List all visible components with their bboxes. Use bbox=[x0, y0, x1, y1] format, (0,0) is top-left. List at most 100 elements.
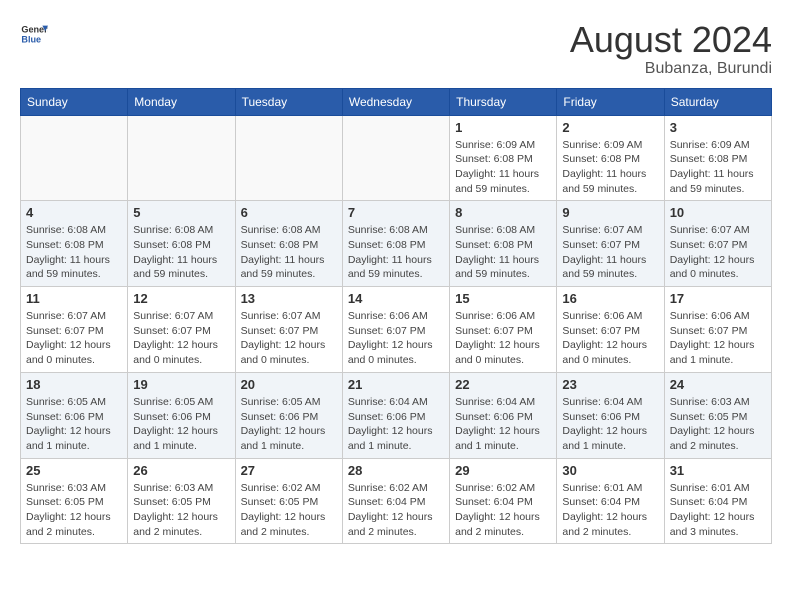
day-info: Sunrise: 6:09 AMSunset: 6:08 PMDaylight:… bbox=[562, 138, 658, 197]
day-number: 24 bbox=[670, 377, 766, 392]
day-number: 16 bbox=[562, 291, 658, 306]
day-info: Sunrise: 6:08 AMSunset: 6:08 PMDaylight:… bbox=[133, 223, 229, 282]
day-info: Sunrise: 6:06 AMSunset: 6:07 PMDaylight:… bbox=[455, 309, 551, 368]
calendar-cell bbox=[21, 115, 128, 201]
day-number: 2 bbox=[562, 120, 658, 135]
day-info: Sunrise: 6:09 AMSunset: 6:08 PMDaylight:… bbox=[455, 138, 551, 197]
calendar-cell: 17 Sunrise: 6:06 AMSunset: 6:07 PMDayligh… bbox=[664, 287, 771, 373]
day-info: Sunrise: 6:07 AMSunset: 6:07 PMDaylight:… bbox=[133, 309, 229, 368]
calendar-cell: 30Sunrise: 6:01 AMSunset: 6:04 PMDayligh… bbox=[557, 458, 664, 544]
calendar-cell: 27 Sunrise: 6:02 AMSunset: 6:05 PMDayligh… bbox=[235, 458, 342, 544]
day-info: Sunrise: 6:08 AMSunset: 6:08 PMDaylight:… bbox=[241, 223, 337, 282]
location-subtitle: Bubanza, Burundi bbox=[570, 60, 772, 78]
calendar-cell: 3Sunrise: 6:09 AMSunset: 6:08 PMDaylight… bbox=[664, 115, 771, 201]
day-info: Sunrise: 6:07 AMSunset: 6:07 PMDaylight:… bbox=[241, 309, 337, 368]
calendar-cell: 29 Sunrise: 6:02 AMSunset: 6:04 PMDayligh… bbox=[450, 458, 557, 544]
day-info: Sunrise: 6:07 AMSunset: 6:07 PMDaylight:… bbox=[670, 223, 766, 282]
title-block: August 2024 Bubanza, Burundi bbox=[570, 20, 772, 78]
weekday-header: Sunday bbox=[21, 88, 128, 115]
calendar-cell: 7 Sunrise: 6:08 AMSunset: 6:08 PMDaylight… bbox=[342, 201, 449, 287]
calendar-header-row: SundayMondayTuesdayWednesdayThursdayFrid… bbox=[21, 88, 772, 115]
weekday-header: Tuesday bbox=[235, 88, 342, 115]
calendar-cell: 24 Sunrise: 6:03 AMSunset: 6:05 PMDayligh… bbox=[664, 372, 771, 458]
weekday-header: Thursday bbox=[450, 88, 557, 115]
day-number: 7 bbox=[348, 205, 444, 220]
day-number: 3 bbox=[670, 120, 766, 135]
day-number: 27 bbox=[241, 463, 337, 478]
day-info: Sunrise: 6:06 AMSunset: 6:07 PMDaylight:… bbox=[348, 309, 444, 368]
day-info: Sunrise: 6:01 AMSunset: 6:04 PMDaylight:… bbox=[562, 481, 658, 540]
weekday-header: Monday bbox=[128, 88, 235, 115]
calendar-cell: 15 Sunrise: 6:06 AMSunset: 6:07 PMDayligh… bbox=[450, 287, 557, 373]
day-info: Sunrise: 6:05 AMSunset: 6:06 PMDaylight:… bbox=[241, 395, 337, 454]
page-header: General Blue August 2024 Bubanza, Burund… bbox=[20, 20, 772, 78]
calendar-cell: 20Sunrise: 6:05 AMSunset: 6:06 PMDayligh… bbox=[235, 372, 342, 458]
weekday-header: Friday bbox=[557, 88, 664, 115]
calendar-cell: 25Sunrise: 6:03 AMSunset: 6:05 PMDayligh… bbox=[21, 458, 128, 544]
calendar-week-row: 4 Sunrise: 6:08 AMSunset: 6:08 PMDaylight… bbox=[21, 201, 772, 287]
day-number: 5 bbox=[133, 205, 229, 220]
day-number: 19 bbox=[133, 377, 229, 392]
day-number: 23 bbox=[562, 377, 658, 392]
day-info: Sunrise: 6:07 AMSunset: 6:07 PMDaylight:… bbox=[562, 223, 658, 282]
calendar-cell: 1Sunrise: 6:09 AMSunset: 6:08 PMDaylight… bbox=[450, 115, 557, 201]
calendar-cell: 23 Sunrise: 6:04 AMSunset: 6:06 PMDayligh… bbox=[557, 372, 664, 458]
day-info: Sunrise: 6:08 AMSunset: 6:08 PMDaylight:… bbox=[26, 223, 122, 282]
day-info: Sunrise: 6:02 AMSunset: 6:04 PMDaylight:… bbox=[455, 481, 551, 540]
day-number: 13 bbox=[241, 291, 337, 306]
weekday-header: Saturday bbox=[664, 88, 771, 115]
day-info: Sunrise: 6:02 AMSunset: 6:05 PMDaylight:… bbox=[241, 481, 337, 540]
calendar-table: SundayMondayTuesdayWednesdayThursdayFrid… bbox=[20, 88, 772, 545]
calendar-cell bbox=[342, 115, 449, 201]
calendar-cell: 11 Sunrise: 6:07 AMSunset: 6:07 PMDayligh… bbox=[21, 287, 128, 373]
day-info: Sunrise: 6:04 AMSunset: 6:06 PMDaylight:… bbox=[562, 395, 658, 454]
calendar-cell: 31Sunrise: 6:01 AMSunset: 6:04 PMDayligh… bbox=[664, 458, 771, 544]
day-number: 28 bbox=[348, 463, 444, 478]
day-info: Sunrise: 6:08 AMSunset: 6:08 PMDaylight:… bbox=[455, 223, 551, 282]
day-number: 11 bbox=[26, 291, 122, 306]
day-number: 6 bbox=[241, 205, 337, 220]
day-number: 25 bbox=[26, 463, 122, 478]
day-info: Sunrise: 6:07 AMSunset: 6:07 PMDaylight:… bbox=[26, 309, 122, 368]
calendar-cell: 12 Sunrise: 6:07 AMSunset: 6:07 PMDayligh… bbox=[128, 287, 235, 373]
day-number: 18 bbox=[26, 377, 122, 392]
day-info: Sunrise: 6:05 AMSunset: 6:06 PMDaylight:… bbox=[133, 395, 229, 454]
day-number: 14 bbox=[348, 291, 444, 306]
day-number: 26 bbox=[133, 463, 229, 478]
calendar-cell: 22Sunrise: 6:04 AMSunset: 6:06 PMDayligh… bbox=[450, 372, 557, 458]
day-info: Sunrise: 6:06 AMSunset: 6:07 PMDaylight:… bbox=[670, 309, 766, 368]
day-number: 8 bbox=[455, 205, 551, 220]
calendar-cell: 10 Sunrise: 6:07 AMSunset: 6:07 PMDayligh… bbox=[664, 201, 771, 287]
logo: General Blue bbox=[20, 20, 48, 48]
day-info: Sunrise: 6:05 AMSunset: 6:06 PMDaylight:… bbox=[26, 395, 122, 454]
calendar-cell: 5 Sunrise: 6:08 AMSunset: 6:08 PMDaylight… bbox=[128, 201, 235, 287]
day-number: 29 bbox=[455, 463, 551, 478]
day-info: Sunrise: 6:06 AMSunset: 6:07 PMDaylight:… bbox=[562, 309, 658, 368]
calendar-cell: 6 Sunrise: 6:08 AMSunset: 6:08 PMDaylight… bbox=[235, 201, 342, 287]
day-number: 31 bbox=[670, 463, 766, 478]
day-number: 22 bbox=[455, 377, 551, 392]
calendar-cell: 18 Sunrise: 6:05 AMSunset: 6:06 PMDayligh… bbox=[21, 372, 128, 458]
calendar-cell: 2 Sunrise: 6:09 AMSunset: 6:08 PMDaylight… bbox=[557, 115, 664, 201]
calendar-cell: 14 Sunrise: 6:06 AMSunset: 6:07 PMDayligh… bbox=[342, 287, 449, 373]
svg-text:Blue: Blue bbox=[21, 34, 41, 44]
calendar-cell: 13 Sunrise: 6:07 AMSunset: 6:07 PMDayligh… bbox=[235, 287, 342, 373]
calendar-cell: 19 Sunrise: 6:05 AMSunset: 6:06 PMDayligh… bbox=[128, 372, 235, 458]
calendar-cell: 4 Sunrise: 6:08 AMSunset: 6:08 PMDaylight… bbox=[21, 201, 128, 287]
weekday-header: Wednesday bbox=[342, 88, 449, 115]
day-info: Sunrise: 6:04 AMSunset: 6:06 PMDaylight:… bbox=[348, 395, 444, 454]
calendar-cell: 9 Sunrise: 6:07 AMSunset: 6:07 PMDaylight… bbox=[557, 201, 664, 287]
day-number: 9 bbox=[562, 205, 658, 220]
day-number: 10 bbox=[670, 205, 766, 220]
month-year-title: August 2024 bbox=[570, 20, 772, 60]
day-number: 15 bbox=[455, 291, 551, 306]
day-number: 4 bbox=[26, 205, 122, 220]
calendar-cell: 8 Sunrise: 6:08 AMSunset: 6:08 PMDaylight… bbox=[450, 201, 557, 287]
day-number: 17 bbox=[670, 291, 766, 306]
calendar-week-row: 18 Sunrise: 6:05 AMSunset: 6:06 PMDayligh… bbox=[21, 372, 772, 458]
day-number: 12 bbox=[133, 291, 229, 306]
logo-icon: General Blue bbox=[20, 20, 48, 48]
day-info: Sunrise: 6:08 AMSunset: 6:08 PMDaylight:… bbox=[348, 223, 444, 282]
day-info: Sunrise: 6:03 AMSunset: 6:05 PMDaylight:… bbox=[670, 395, 766, 454]
calendar-week-row: 1Sunrise: 6:09 AMSunset: 6:08 PMDaylight… bbox=[21, 115, 772, 201]
